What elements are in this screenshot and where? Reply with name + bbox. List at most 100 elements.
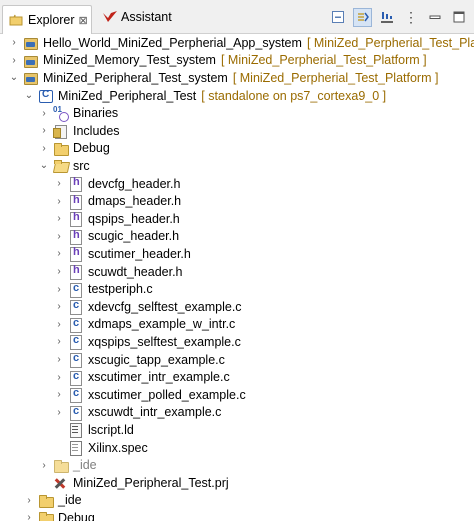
chevron-right-icon[interactable]: › bbox=[53, 229, 65, 243]
tree-item-file[interactable]: › xscutimer_intr_example.c bbox=[53, 368, 230, 386]
chevron-right-icon[interactable]: › bbox=[53, 405, 65, 419]
tree-item-file[interactable]: › testperiph.c bbox=[53, 280, 153, 298]
tree-item-file[interactable]: › xscuwdt_intr_example.c bbox=[53, 404, 221, 422]
link-with-editor-button[interactable] bbox=[353, 7, 372, 27]
chevron-right-icon[interactable]: › bbox=[53, 194, 65, 208]
chevron-down-icon[interactable]: ⌄ bbox=[8, 71, 20, 85]
tree-item-label: scuwdt_header.h bbox=[88, 264, 183, 279]
collapse-all-button[interactable] bbox=[329, 8, 347, 26]
folder-icon bbox=[38, 493, 54, 508]
tree-item-peripheral-test-system[interactable]: ⌄ MiniZed_Peripheral_Test_system [ MiniZ… bbox=[8, 69, 438, 87]
chevron-right-icon[interactable]: › bbox=[8, 36, 20, 50]
chevron-right-icon[interactable]: › bbox=[8, 53, 20, 67]
chevron-right-icon[interactable]: › bbox=[53, 247, 65, 261]
chevron-right-icon[interactable]: › bbox=[53, 265, 65, 279]
view-tab-bar: Explorer ⊠ Assistant ⋮ bbox=[0, 0, 474, 34]
tree-item-file[interactable]: lscript.ld bbox=[53, 421, 134, 439]
chevron-right-icon[interactable]: › bbox=[53, 370, 65, 384]
tree-item-label: xscugic_tapp_example.c bbox=[88, 352, 225, 367]
tree-item-label: qspips_header.h bbox=[88, 211, 180, 226]
tree-item-label: _ide bbox=[73, 458, 97, 473]
chevron-right-icon[interactable]: › bbox=[53, 353, 65, 367]
tree-item-file[interactable]: › scuwdt_header.h bbox=[53, 263, 183, 281]
tree-item-label: xdevcfg_selftest_example.c bbox=[88, 299, 242, 314]
link-with-editor-icon bbox=[357, 12, 369, 22]
tree-item-memory-test-system[interactable]: › MiniZed_Memory_Test_system [ MiniZed_P… bbox=[8, 52, 427, 70]
view-toolbar: ⋮ bbox=[329, 7, 468, 27]
chevron-down-icon[interactable]: ⌄ bbox=[38, 159, 50, 173]
system-project-icon bbox=[23, 70, 38, 86]
filters-icon bbox=[381, 12, 393, 23]
tree-item-label: Hello_World_MiniZed_Perpherial_App_syste… bbox=[43, 35, 302, 50]
tab-explorer[interactable]: Explorer ⊠ bbox=[2, 5, 92, 34]
h-file-icon bbox=[68, 264, 83, 281]
folder-icon bbox=[53, 141, 69, 156]
tree-item-debug-folder[interactable]: › Debug bbox=[23, 509, 95, 521]
tree-item-label: scugic_header.h bbox=[88, 229, 180, 244]
tree-item-ide-folder[interactable]: › _ide bbox=[38, 456, 97, 474]
tree-item-label: Debug bbox=[58, 510, 95, 521]
chevron-right-icon[interactable]: › bbox=[53, 388, 65, 402]
tree-item-decoration: [ MiniZed_Perpherial_Test_Platform ] bbox=[232, 70, 439, 85]
tree-item-file[interactable]: › xdevcfg_selftest_example.c bbox=[53, 298, 242, 316]
project-explorer-tree[interactable]: › Hello_World_MiniZed_Perpherial_App_sys… bbox=[0, 34, 474, 521]
tree-item-file[interactable]: › scugic_header.h bbox=[53, 228, 179, 246]
tree-item-label: testperiph.c bbox=[88, 282, 153, 297]
collapse-all-icon bbox=[332, 11, 344, 23]
tree-item-hello-world-system[interactable]: › Hello_World_MiniZed_Perpherial_App_sys… bbox=[8, 34, 474, 52]
c-file-icon bbox=[68, 299, 83, 316]
tree-item-file[interactable]: › devcfg_header.h bbox=[53, 175, 180, 193]
chevron-right-icon[interactable]: › bbox=[53, 317, 65, 331]
spec-file-icon bbox=[68, 440, 83, 457]
chevron-right-icon[interactable]: › bbox=[23, 511, 35, 521]
tree-item-file[interactable]: › xqspips_selftest_example.c bbox=[53, 333, 241, 351]
system-project-icon bbox=[23, 35, 38, 51]
chevron-right-icon[interactable]: › bbox=[38, 106, 50, 120]
chevron-right-icon[interactable]: › bbox=[53, 300, 65, 314]
chevron-right-icon[interactable]: › bbox=[38, 458, 50, 472]
tree-item-src-folder[interactable]: ⌄ src bbox=[38, 157, 90, 175]
chevron-right-icon[interactable]: › bbox=[38, 141, 50, 155]
chevron-down-icon[interactable]: ⌄ bbox=[23, 89, 35, 103]
minimize-icon bbox=[429, 15, 441, 19]
tree-item-prj-file[interactable]: MiniZed_Peripheral_Test.prj bbox=[38, 474, 229, 492]
linker-script-icon bbox=[68, 422, 83, 439]
maximize-button[interactable] bbox=[450, 8, 468, 26]
h-file-icon bbox=[68, 176, 83, 193]
binaries-icon bbox=[53, 106, 69, 122]
tab-assistant[interactable]: Assistant bbox=[96, 4, 186, 30]
view-menu-button[interactable]: ⋮ bbox=[402, 8, 420, 26]
tree-item-file[interactable]: › qspips_header.h bbox=[53, 210, 180, 228]
minimize-button[interactable] bbox=[426, 8, 444, 26]
tree-item-file[interactable]: › scutimer_header.h bbox=[53, 245, 191, 263]
tree-item-debug-folder[interactable]: › Debug bbox=[38, 140, 110, 158]
folder-icon bbox=[9, 13, 23, 27]
chevron-right-icon[interactable]: › bbox=[53, 282, 65, 296]
tree-item-file[interactable]: › xscugic_tapp_example.c bbox=[53, 351, 225, 369]
tree-item-file[interactable]: › dmaps_header.h bbox=[53, 192, 181, 210]
tree-item-label: MiniZed_Memory_Test_system bbox=[43, 53, 216, 68]
application-project-icon bbox=[38, 88, 53, 104]
close-icon[interactable]: ⊠ bbox=[79, 14, 88, 27]
tree-item-includes[interactable]: › Includes bbox=[38, 122, 120, 140]
folder-icon bbox=[53, 458, 69, 473]
c-file-icon bbox=[68, 370, 83, 386]
filters-button[interactable] bbox=[378, 8, 396, 26]
tree-item-binaries[interactable]: › Binaries bbox=[38, 104, 118, 122]
tree-item-file[interactable]: › xdmaps_example_w_intr.c bbox=[53, 316, 235, 334]
c-file-icon bbox=[68, 317, 83, 333]
tree-item-label: MiniZed_Peripheral_Test.prj bbox=[73, 475, 229, 490]
tree-item-ide-folder[interactable]: › _ide bbox=[23, 492, 82, 510]
chevron-right-icon[interactable]: › bbox=[38, 124, 50, 138]
folder-open-icon bbox=[53, 158, 68, 173]
chevron-right-icon[interactable]: › bbox=[53, 335, 65, 349]
chevron-right-icon[interactable]: › bbox=[23, 493, 35, 507]
tree-item-file[interactable]: Xilinx.spec bbox=[53, 439, 148, 457]
chevron-right-icon[interactable]: › bbox=[53, 177, 65, 191]
tree-item-label: xscuwdt_intr_example.c bbox=[88, 405, 222, 420]
tree-item-peripheral-test-app[interactable]: ⌄ MiniZed_Peripheral_Test [ standalone o… bbox=[23, 87, 386, 105]
tree-item-label: xqspips_selftest_example.c bbox=[88, 334, 241, 349]
tree-item-file[interactable]: › xscutimer_polled_example.c bbox=[53, 386, 246, 404]
chevron-right-icon[interactable]: › bbox=[53, 212, 65, 226]
tree-item-label: MiniZed_Peripheral_Test bbox=[58, 88, 197, 103]
